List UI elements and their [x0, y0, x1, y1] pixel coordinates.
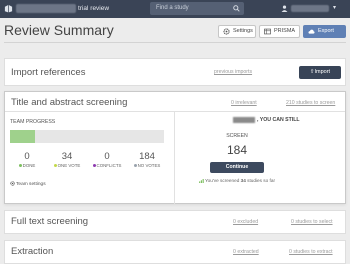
one-vote-dot-icon: [53, 164, 57, 168]
screen-label: SCREEN: [226, 133, 248, 139]
excluded-link[interactable]: 0 excluded: [233, 219, 258, 226]
no-votes-dot-icon: [133, 164, 137, 168]
reviewer-name-redacted: [233, 117, 255, 123]
screening-title: Title and abstract screening: [11, 97, 128, 108]
table-icon: [264, 28, 271, 35]
full-text-title: Full text screening: [11, 216, 89, 227]
stat-conflicts-label: CONFLICTS: [87, 162, 127, 169]
gear-icon: [223, 28, 230, 35]
export-button-label: Export: [318, 28, 334, 34]
user-name-redacted[interactable]: [291, 5, 329, 12]
card-vertical-divider: [174, 112, 175, 204]
team-progress-label: TEAM PROGRESS: [10, 119, 56, 125]
stat-one-vote-value: 34: [61, 151, 73, 162]
done-dot-icon: [18, 164, 22, 168]
import-button-label: Import: [314, 69, 331, 75]
stat-one-vote-label: ONE VOTE: [47, 162, 87, 169]
stat-done: 0 DONE: [7, 151, 47, 169]
page-title: Review Summary: [4, 22, 114, 38]
team-progress-bar: [10, 130, 164, 143]
user-icon[interactable]: [281, 5, 288, 12]
card-header-divider: [5, 111, 345, 112]
top-navigation-bar: trial review Find a study ▾: [0, 0, 350, 18]
settings-button[interactable]: Settings: [218, 25, 256, 38]
extraction-card: Extraction 0 extracted 0 studies to extr…: [4, 240, 346, 264]
stat-conflicts-value: 0: [104, 151, 110, 162]
extracted-link[interactable]: 0 extracted: [233, 249, 259, 256]
import-references-title: Import references: [11, 67, 86, 78]
stat-one-vote: 34 ONE VOTE: [47, 151, 87, 169]
search-icon[interactable]: [233, 5, 240, 12]
stat-done-label: DONE: [7, 162, 47, 169]
conflicts-dot-icon: [92, 164, 96, 168]
stat-no-votes-value: 184: [139, 151, 155, 162]
can-still-text: , YOU CAN STILL: [257, 117, 300, 123]
previous-imports-link[interactable]: previous imports: [214, 69, 252, 76]
header-divider: [4, 42, 346, 43]
export-button[interactable]: Export: [303, 25, 346, 38]
full-text-screening-card: Full text screening 0 excluded 0 studies…: [4, 210, 346, 234]
app-logo-icon[interactable]: [4, 4, 13, 13]
title-abstract-screening-card: Title and abstract screening 0 irrelevan…: [4, 91, 346, 204]
stat-done-value: 0: [24, 151, 30, 162]
extraction-title: Extraction: [11, 246, 54, 257]
search-input[interactable]: Find a study: [150, 2, 244, 15]
import-button[interactable]: ⇧Import: [299, 66, 341, 79]
import-references-card: Import references previous imports ⇧Impo…: [4, 58, 346, 86]
studies-to-screen-link[interactable]: 210 studies to screen: [286, 100, 335, 107]
screened-so-far-text: You've screened 34 studies so far: [175, 177, 299, 184]
studies-to-select-link[interactable]: 0 studies to select: [291, 219, 333, 226]
stat-no-votes-label: NO VOTES: [127, 162, 167, 169]
continue-button[interactable]: Continue: [210, 162, 264, 173]
project-name-suffix[interactable]: trial review: [78, 3, 109, 15]
chevron-down-icon[interactable]: ▾: [333, 4, 336, 13]
team-settings-link[interactable]: Team settings: [10, 181, 46, 188]
bar-chart-icon: [199, 178, 204, 183]
project-name-redacted[interactable]: [16, 4, 76, 13]
gear-icon: [10, 181, 15, 186]
stat-no-votes: 184 NO VOTES: [127, 151, 167, 169]
cloud-icon: [308, 29, 315, 34]
team-settings-label: Team settings: [16, 182, 46, 187]
team-progress-fill: [10, 130, 35, 143]
stat-conflicts: 0 CONFLICTS: [87, 151, 127, 169]
prisma-button-label: PRISMA: [274, 28, 296, 34]
search-placeholder: Find a study: [156, 5, 189, 11]
irrelevant-link[interactable]: 0 irrelevant: [231, 100, 257, 107]
settings-button-label: Settings: [233, 28, 253, 34]
studies-to-extract-link[interactable]: 0 studies to extract: [289, 249, 333, 256]
remaining-to-screen-count: 184: [226, 143, 248, 157]
prisma-button[interactable]: PRISMA: [259, 25, 300, 38]
